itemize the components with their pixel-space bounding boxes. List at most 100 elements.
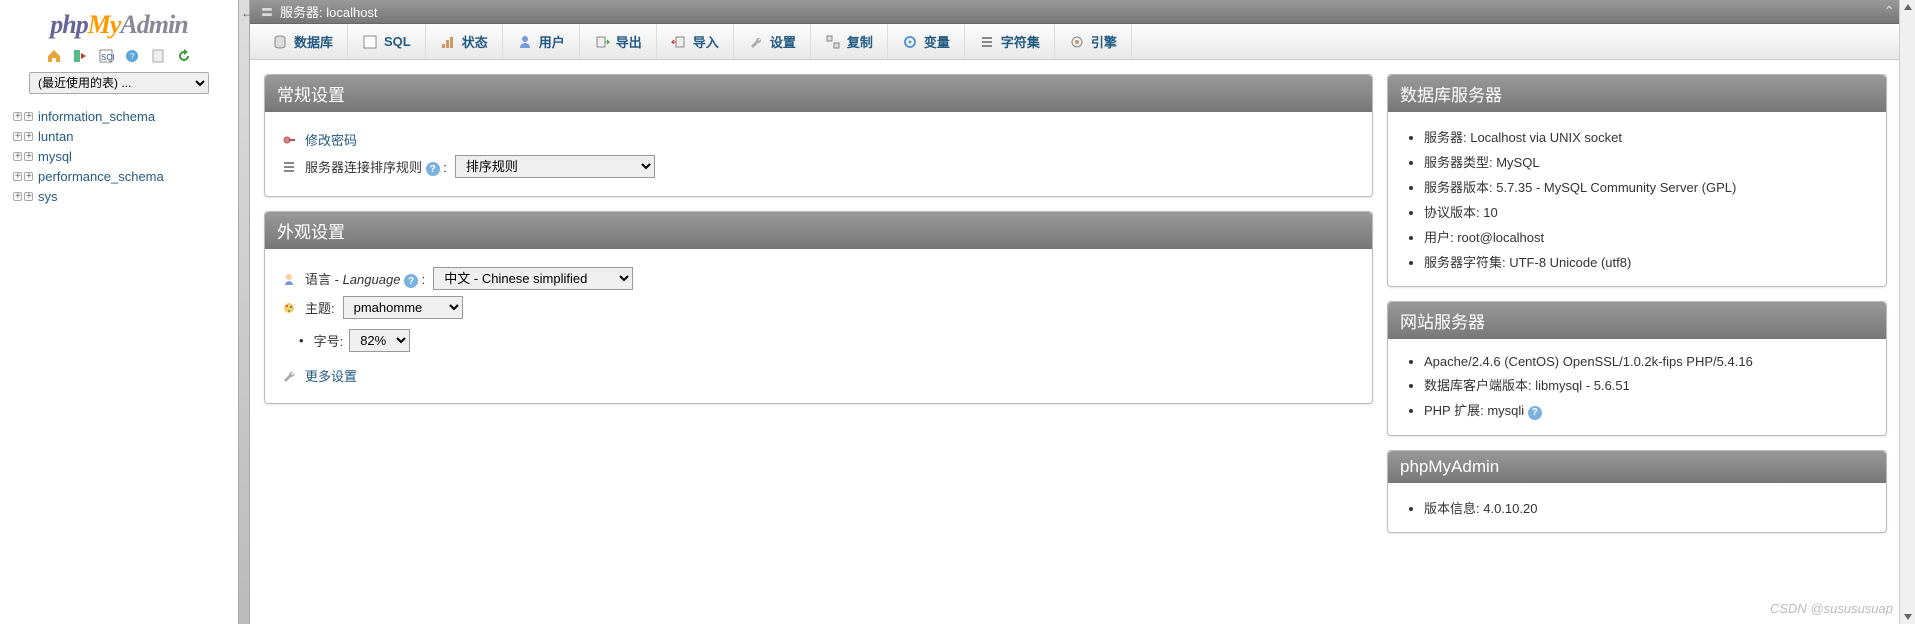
panel-title: 常规设置: [265, 75, 1372, 112]
tab-sql[interactable]: SQL: [348, 24, 426, 59]
db-name[interactable]: sys: [38, 189, 58, 204]
tab-engines[interactable]: 引擎: [1055, 24, 1132, 59]
tab-export[interactable]: 导出: [580, 24, 657, 59]
tab-label: 设置: [770, 32, 796, 51]
reload-icon[interactable]: [176, 48, 192, 64]
panel-webserver: 网站服务器 Apache/2.4.6 (CentOS) OpenSSL/1.0.…: [1387, 301, 1887, 436]
logo-my: My: [88, 10, 121, 39]
expand-icon[interactable]: [12, 192, 34, 201]
database-tree: information_schema luntan mysql performa…: [0, 106, 238, 206]
logo-php: php: [50, 10, 87, 39]
tab-databases[interactable]: 数据库: [258, 24, 348, 59]
expand-icon[interactable]: [12, 172, 34, 181]
db-item-mysql[interactable]: mysql: [12, 146, 238, 166]
info-item: 服务器类型: MySQL: [1424, 149, 1870, 174]
db-name[interactable]: mysql: [38, 149, 72, 164]
language-select[interactable]: 中文 - Chinese simplified: [433, 267, 633, 290]
replication-icon: [825, 34, 841, 50]
theme-icon: [281, 300, 297, 316]
breadcrumb-label[interactable]: 服务器: localhost: [280, 2, 378, 21]
db-item-luntan[interactable]: luntan: [12, 126, 238, 146]
info-item: 版本信息: 4.0.10.20: [1424, 495, 1870, 520]
svg-text:SQL: SQL: [101, 53, 114, 62]
expand-icon[interactable]: [12, 152, 34, 161]
help-icon[interactable]: ?: [1528, 406, 1542, 420]
tab-users[interactable]: 用户: [503, 24, 580, 59]
info-item: 数据库客户端版本: libmysql - 5.6.51: [1424, 372, 1870, 397]
logo[interactable]: phpMyAdmin: [50, 10, 187, 40]
engine-icon: [1069, 34, 1085, 50]
page-icon[interactable]: [150, 48, 166, 64]
expand-icon[interactable]: [12, 132, 34, 141]
tab-label: 复制: [847, 32, 873, 51]
sidebar: phpMyAdmin SQL ? (最近使用的表) ... informatio…: [0, 0, 238, 624]
db-name[interactable]: performance_schema: [38, 169, 164, 184]
top-tabs: 数据库 SQL 状态 用户 导出 导入 设置 复制 变量 字符集 引擎: [250, 24, 1915, 60]
fontsize-select[interactable]: 82%: [349, 329, 410, 352]
tab-label: 用户: [539, 32, 565, 51]
panel-title: 外观设置: [265, 212, 1372, 249]
db-item-sys[interactable]: sys: [12, 186, 238, 206]
panel-general: 常规设置 修改密码 服务器连接排序规则 ? : 排序规则: [264, 74, 1373, 197]
password-icon: [281, 132, 297, 148]
tab-status[interactable]: 状态: [426, 24, 503, 59]
tab-variables[interactable]: 变量: [888, 24, 965, 59]
theme-select[interactable]: pmahomme: [343, 296, 463, 319]
tab-label: SQL: [384, 34, 411, 49]
server-icon: [260, 5, 274, 19]
left-column: 常规设置 修改密码 服务器连接排序规则 ? : 排序规则: [264, 74, 1373, 610]
collation-select[interactable]: 排序规则: [455, 155, 655, 178]
panel-appearance: 外观设置 语言 - Language ? : 中文 - Chinese simp…: [264, 211, 1373, 404]
recent-tables-select[interactable]: (最近使用的表) ...: [29, 72, 209, 94]
tab-settings[interactable]: 设置: [734, 24, 811, 59]
info-item: 服务器版本: 5.7.35 - MySQL Community Server (…: [1424, 174, 1870, 199]
tab-label: 导入: [693, 32, 719, 51]
collation-icon: [281, 159, 297, 175]
more-settings-link[interactable]: 更多设置: [305, 366, 357, 385]
import-icon: [671, 34, 687, 50]
help-icon[interactable]: ?: [426, 162, 440, 176]
logout-icon[interactable]: [72, 48, 88, 64]
breadcrumb: 服务器: localhost ⌃: [250, 0, 1915, 24]
help-icon[interactable]: ?: [404, 274, 418, 288]
info-item: 协议版本: 10: [1424, 199, 1870, 224]
docs-icon[interactable]: ?: [124, 48, 140, 64]
nav-icon-row: SQL ?: [46, 48, 192, 64]
panel-title: 数据库服务器: [1388, 75, 1886, 112]
info-item: 服务器: Localhost via UNIX socket: [1424, 124, 1870, 149]
tab-charsets[interactable]: 字符集: [965, 24, 1055, 59]
tab-label: 数据库: [294, 32, 333, 51]
logo-admin: Admin: [120, 10, 187, 39]
collapse-top-icon[interactable]: ⌃: [1883, 3, 1895, 20]
info-item: PHP 扩展: mysqli ?: [1424, 397, 1870, 423]
collation-label: 服务器连接排序规则 ? :: [305, 157, 447, 177]
change-password-link[interactable]: 修改密码: [305, 130, 357, 149]
theme-label: 主题:: [305, 298, 335, 317]
wrench-icon: [281, 368, 297, 384]
right-column: 数据库服务器 服务器: Localhost via UNIX socket 服务…: [1387, 74, 1887, 610]
sql-icon[interactable]: SQL: [98, 48, 114, 64]
vertical-scrollbar[interactable]: [1899, 0, 1915, 624]
db-name[interactable]: luntan: [38, 129, 73, 144]
main: 服务器: localhost ⌃ 数据库 SQL 状态 用户 导出 导入 设置 …: [250, 0, 1915, 624]
tab-label: 引擎: [1091, 32, 1117, 51]
variables-icon: [902, 34, 918, 50]
fontsize-label: 字号:: [314, 331, 344, 350]
panel-title: 网站服务器: [1388, 302, 1886, 339]
db-item-information-schema[interactable]: information_schema: [12, 106, 238, 126]
home-icon[interactable]: [46, 48, 62, 64]
language-icon: [281, 271, 297, 287]
db-item-performance-schema[interactable]: performance_schema: [12, 166, 238, 186]
expand-icon[interactable]: [12, 112, 34, 121]
content: 常规设置 修改密码 服务器连接排序规则 ? : 排序规则: [250, 60, 1915, 624]
tab-label: 状态: [462, 32, 488, 51]
tab-replication[interactable]: 复制: [811, 24, 888, 59]
tab-label: 字符集: [1001, 32, 1040, 51]
status-icon: [440, 34, 456, 50]
charset-icon: [979, 34, 995, 50]
tab-import[interactable]: 导入: [657, 24, 734, 59]
db-name[interactable]: information_schema: [38, 109, 155, 124]
info-item: Apache/2.4.6 (CentOS) OpenSSL/1.0.2k-fip…: [1424, 351, 1870, 372]
pane-divider[interactable]: ←: [238, 0, 250, 624]
tab-label: 变量: [924, 32, 950, 51]
